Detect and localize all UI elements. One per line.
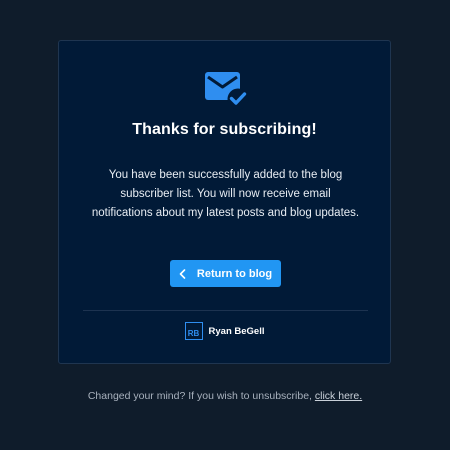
mail-check-icon: [205, 72, 249, 110]
page-title: Thanks for subscribing!: [132, 121, 317, 138]
unsubscribe-link[interactable]: click here.: [315, 390, 362, 402]
brand: RB Ryan BeGell: [59, 322, 390, 340]
chevron-left-icon: [179, 268, 186, 279]
brand-name: Ryan BeGell: [208, 325, 265, 337]
confirmation-card: Thanks for subscribing! You have been su…: [58, 40, 391, 364]
return-button-label: Return to blog: [196, 267, 273, 280]
return-to-blog-button[interactable]: Return to blog: [170, 260, 281, 287]
unsubscribe-text: Changed your mind? If you wish to unsubs…: [87, 390, 312, 402]
divider: [83, 310, 368, 311]
unsubscribe-notice: Changed your mind? If you wish to unsubs…: [0, 390, 450, 402]
confirmation-message: You have been successfully added to the …: [91, 169, 360, 219]
brand-logo: RB: [184, 322, 203, 340]
